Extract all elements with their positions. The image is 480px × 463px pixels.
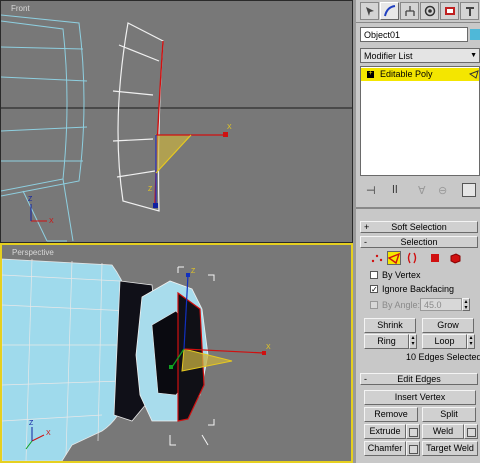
pin-stack-icon[interactable]: ⊣ [366, 184, 376, 197]
selection-status-text: 10 Edges Selected [406, 352, 480, 362]
settings-icon [409, 428, 418, 437]
move-gizmo [153, 132, 228, 208]
settings-icon [409, 445, 418, 454]
selection-rollout[interactable]: - Selection [360, 236, 478, 248]
stack-toolbar: ⊣ ǀǀ ∀ ⊖ [356, 182, 480, 200]
svg-text:Z: Z [191, 268, 196, 275]
edge-subobject-icon [469, 70, 479, 79]
remove-modifier-icon[interactable]: ⊖ [438, 184, 447, 197]
command-panel-tabs [356, 0, 480, 23]
mesh-body-wireframe [1, 14, 88, 242]
front-viewport[interactable]: Front X Z X Z [0, 0, 353, 243]
weld-settings-button[interactable] [464, 424, 478, 439]
chamfer-button[interactable]: Chamfer [364, 441, 406, 456]
chamfer-settings-button[interactable] [406, 441, 420, 456]
by-angle-checkbox[interactable] [370, 301, 378, 309]
modifier-list-dropdown[interactable]: Modifier List ▼ [360, 48, 480, 63]
make-unique-icon[interactable]: ∀ [418, 184, 426, 197]
by-angle-input[interactable]: 45.0 [420, 298, 462, 311]
separator [356, 207, 480, 209]
gizmo-z-label: Z [148, 186, 153, 193]
extrude-settings-button[interactable] [406, 424, 420, 439]
svg-text:X: X [46, 430, 51, 437]
gizmo-x-label: X [227, 124, 232, 131]
ring-spinner[interactable]: ▴ ▾ [409, 334, 417, 349]
polygon-mode-icon[interactable] [428, 251, 442, 265]
configure-modifier-sets-icon[interactable] [462, 183, 476, 197]
svg-text:X: X [266, 344, 271, 351]
by-angle-spinner[interactable]: ▴ ▾ [462, 298, 470, 311]
svg-text:Z: Z [28, 196, 33, 203]
target-weld-button[interactable]: Target Weld [422, 441, 478, 456]
vertex-mode-icon[interactable] [370, 251, 384, 265]
settings-icon [467, 428, 476, 437]
insert-vertex-button[interactable]: Insert Vertex [364, 390, 476, 405]
element-mode-icon[interactable] [448, 251, 462, 265]
grow-button[interactable]: Grow [422, 318, 474, 333]
ring-button[interactable]: Ring [364, 334, 409, 349]
svg-text:Z: Z [29, 420, 34, 427]
create-icon[interactable] [360, 2, 379, 20]
weld-button[interactable]: Weld [422, 424, 464, 439]
hierarchy-icon[interactable] [400, 2, 419, 20]
front-viewport-canvas[interactable]: X Z X Z [1, 1, 353, 243]
edge-mode-icon[interactable] [387, 251, 401, 265]
display-icon[interactable] [440, 2, 459, 20]
modifier-list-label: Modifier List [364, 51, 413, 61]
split-button[interactable]: Split [422, 407, 476, 422]
ignore-backfacing-checkbox[interactable]: ✓ [370, 285, 378, 294]
soft-selection-rollout[interactable]: + Soft Selection [360, 221, 478, 233]
border-mode-icon[interactable] [405, 251, 419, 265]
perspective-viewport[interactable]: Perspective X Z X Z [0, 243, 353, 463]
modifier-stack: + Editable Poly [360, 66, 480, 176]
remove-button[interactable]: Remove [364, 407, 418, 422]
extrude-button[interactable]: Extrude [364, 424, 406, 439]
by-vertex-checkbox[interactable] [370, 271, 378, 279]
command-panel: Object01 Modifier List ▼ + Editable Poly… [356, 0, 480, 463]
svg-text:X: X [49, 218, 54, 225]
body-mesh [2, 258, 135, 461]
stack-item-label: Editable Poly [380, 69, 433, 79]
stack-item-editable-poly[interactable]: + Editable Poly [361, 68, 479, 81]
perspective-viewport-canvas[interactable]: X Z X Z [2, 245, 351, 461]
loop-spinner[interactable]: ▴ ▾ [467, 334, 475, 349]
show-end-result-icon[interactable]: ǀǀ [392, 184, 398, 196]
by-angle-label: By Angle: [382, 300, 421, 310]
loop-button[interactable]: Loop [422, 334, 467, 349]
expand-icon[interactable]: + [367, 70, 374, 78]
by-vertex-label: By Vertex [382, 270, 421, 280]
shrink-button[interactable]: Shrink [364, 318, 416, 333]
modify-icon[interactable] [380, 2, 399, 20]
motion-icon[interactable] [420, 2, 439, 20]
object-name-field[interactable]: Object01 [360, 27, 468, 42]
edit-edges-rollout[interactable]: - Edit Edges [360, 373, 478, 385]
utilities-icon[interactable] [460, 2, 479, 20]
chevron-down-icon: ▼ [470, 52, 477, 59]
object-color-swatch[interactable] [470, 29, 480, 40]
ignore-backfacing-label: Ignore Backfacing [382, 284, 455, 294]
